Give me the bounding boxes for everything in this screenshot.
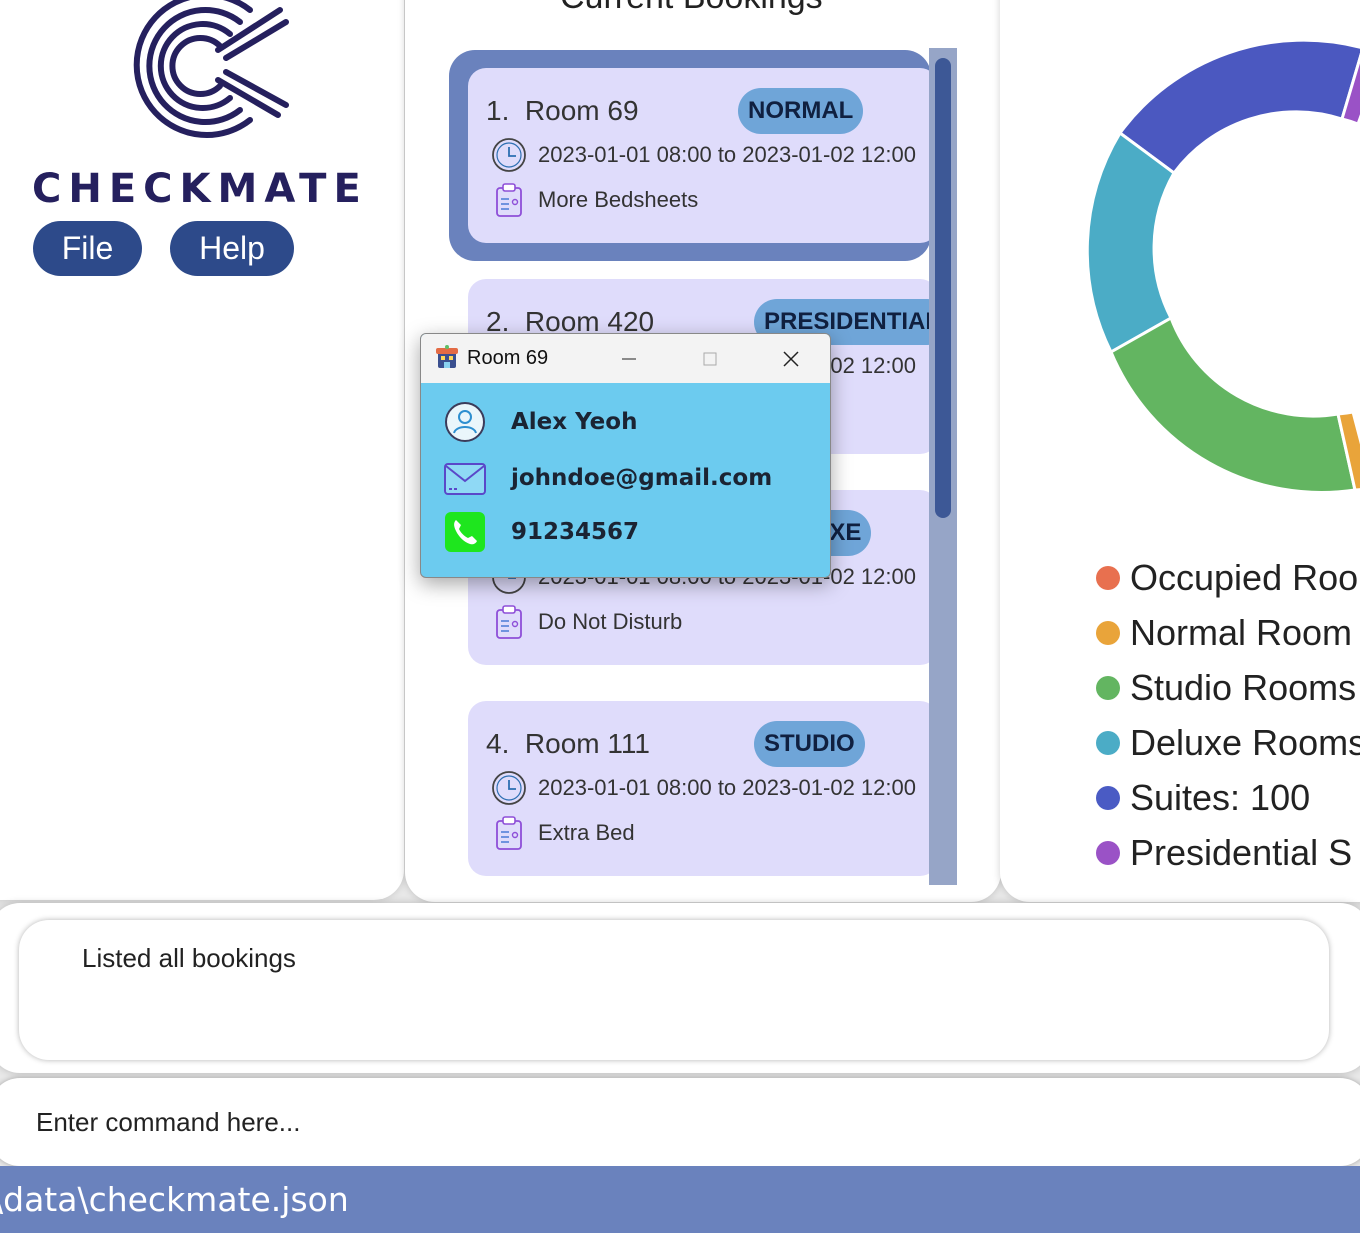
donut-slice-studio (1109, 315, 1357, 494)
booking-dates: 2023-01-01 08:00 to 2023-01-02 12:00 (538, 142, 916, 167)
maximize-icon (703, 352, 717, 365)
close-icon (783, 350, 799, 367)
guest-phone-row: 91234567 (443, 510, 639, 554)
close-button[interactable] (751, 334, 830, 383)
donut-slice-deluxe (1085, 130, 1176, 355)
bookings-title: Current Bookings (560, 0, 823, 17)
legend-dot (1096, 565, 1120, 590)
booking-index: 1. (486, 95, 510, 126)
booking-request-row: More Bedsheets (490, 181, 698, 219)
guest-phone: 91234567 (511, 519, 640, 545)
legend-label: Occupied Roo (1130, 556, 1359, 598)
mail-icon (444, 463, 486, 495)
booking-request-row: Do Not Disturb (490, 603, 682, 641)
booking-dates-row: 2023-01-01 08:00 to 2023-01-02 12:00 (490, 769, 916, 807)
booking-card-selected-frame[interactable]: 1. Room 69 NORMAL 2023-01-01 08:00 to 20… (449, 50, 938, 261)
booking-room: Room 69 (524, 95, 639, 126)
guest-email: johndoe@gmail.com (511, 465, 773, 491)
legend-item-normal: Normal Room (1096, 605, 1360, 660)
booking-request: Do Not Disturb (538, 609, 683, 634)
window-title: Room 69 (467, 347, 549, 369)
room-donut-chart (1085, 40, 1360, 494)
booking-dates: 2023-01-01 08:00 to 2023-01-02 12:00 (538, 775, 916, 800)
legend-dot (1096, 675, 1120, 700)
legend-dot (1096, 730, 1120, 755)
legend-label: Studio Rooms (1130, 666, 1357, 708)
result-message: Listed all bookings (82, 943, 296, 973)
window-titlebar[interactable]: Room 69 (421, 334, 830, 383)
booking-card-1[interactable]: 1. Room 69 NORMAL 2023-01-01 08:00 to 20… (468, 68, 938, 243)
phone-icon (445, 512, 485, 552)
file-menu-button[interactable]: File (33, 221, 142, 276)
legend-label: Presidential S (1130, 831, 1353, 873)
guest-name: Alex Yeoh (511, 409, 638, 435)
legend-label: Normal Room (1130, 611, 1353, 653)
result-display[interactable] (19, 920, 1329, 1060)
legend-dot (1096, 620, 1120, 645)
save-location: \data\checkmate.json (0, 1180, 349, 1219)
clipboard-icon (496, 183, 522, 217)
maximize-button[interactable] (670, 334, 750, 383)
clock-icon (492, 771, 526, 805)
app-icon (436, 345, 458, 368)
legend-item-studio: Studio Rooms (1096, 660, 1360, 715)
booking-index: 4. (486, 728, 510, 759)
booking-title: 4. Room 111 (486, 728, 650, 760)
bookings-scrollbar-thumb[interactable] (935, 58, 951, 518)
guest-name-row: Alex Yeoh (443, 400, 637, 444)
clipboard-icon (496, 605, 522, 639)
booking-card-4[interactable]: 4. Room 111 STUDIO 2023-01-01 08:00 to 2… (468, 701, 938, 876)
booking-dates-row: 2023-01-01 08:00 to 2023-01-02 12:00 (490, 136, 916, 174)
legend-dot (1096, 840, 1120, 865)
legend-label: Deluxe Rooms (1130, 721, 1360, 763)
command-input[interactable] (36, 1100, 1316, 1144)
legend-label: Suites: 100 (1130, 776, 1311, 818)
booking-title: 1. Room 69 (486, 95, 639, 127)
guest-details-window: Room 69 Alex Yeoh johndoe@gmail.com 9123… (420, 333, 831, 578)
booking-request-row: Extra Bed (490, 814, 635, 852)
app-wordmark: CHECKMATE (32, 166, 368, 212)
legend-item-deluxe: Deluxe Rooms (1096, 715, 1360, 770)
app-window: CHECKMATE File Help Current Bookings 1. … (0, 0, 1360, 1233)
donut-slice-suites-main (1117, 40, 1360, 176)
legend-item-presidential: Presidential S (1096, 825, 1360, 880)
help-menu-button[interactable]: Help (170, 221, 294, 276)
legend-item-occupied: Occupied Roo (1096, 550, 1360, 605)
booking-room: Room 111 (524, 728, 650, 759)
booking-request: More Bedsheets (538, 187, 699, 212)
minimize-icon (622, 358, 636, 359)
clock-icon (492, 138, 526, 172)
booking-request: Extra Bed (538, 820, 635, 845)
room-type-badge: NORMAL (738, 88, 864, 134)
guest-email-row: johndoe@gmail.com (443, 456, 772, 500)
room-type-badge: STUDIO (754, 721, 865, 767)
legend-item-suites: Suites: 100 (1096, 770, 1360, 825)
minimize-button[interactable] (589, 334, 669, 383)
chart-legend: Occupied Roo Normal Room Studio Rooms De… (1096, 550, 1360, 880)
checkmate-logo (133, 0, 289, 138)
clipboard-icon (496, 816, 522, 850)
room-stats-panel: Occupied Roo Normal Room Studio Rooms De… (1000, 0, 1360, 902)
user-icon (445, 402, 485, 442)
legend-dot (1096, 785, 1120, 810)
